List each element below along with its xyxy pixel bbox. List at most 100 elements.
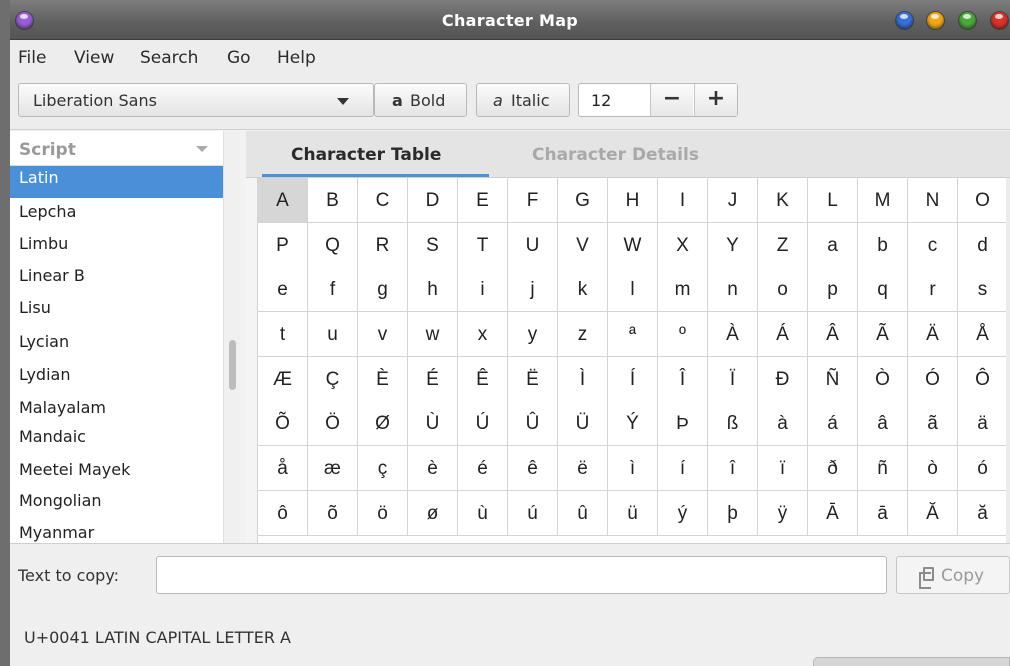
char-cell[interactable]: m — [658, 267, 708, 312]
char-cell[interactable]: Ã — [858, 312, 908, 357]
bold-button[interactable]: a Bold — [374, 83, 467, 117]
menu-go[interactable]: Go — [227, 48, 251, 68]
char-cell[interactable]: Ì — [558, 357, 608, 402]
char-cell[interactable]: ð — [808, 446, 858, 491]
char-cell[interactable]: A — [258, 178, 308, 223]
char-cell[interactable]: I — [658, 178, 708, 223]
char-cell[interactable]: z — [558, 312, 608, 357]
char-cell[interactable]: B — [308, 178, 358, 223]
char-cell[interactable]: k — [558, 267, 608, 312]
char-cell[interactable]: è — [408, 446, 458, 491]
char-cell[interactable]: K — [758, 178, 808, 223]
window-button-yellow-icon[interactable] — [927, 12, 944, 29]
char-cell[interactable]: â — [858, 401, 908, 446]
char-cell[interactable]: U — [508, 223, 558, 268]
char-cell[interactable]: Z — [758, 223, 808, 268]
script-item-limbu[interactable]: Limbu — [10, 234, 223, 266]
char-cell[interactable]: Õ — [258, 401, 308, 446]
increase-size-button[interactable]: + — [694, 84, 737, 116]
char-cell[interactable]: ā — [858, 491, 908, 536]
char-cell[interactable]: ã — [908, 401, 958, 446]
char-cell[interactable]: Á — [758, 312, 808, 357]
font-size-spinner[interactable]: 12 − + — [578, 83, 738, 117]
char-cell[interactable]: J — [708, 178, 758, 223]
char-cell[interactable]: D — [408, 178, 458, 223]
char-cell[interactable]: Í — [608, 357, 658, 402]
font-family-combo[interactable]: Liberation Sans — [18, 83, 374, 117]
italic-button[interactable]: a Italic — [476, 83, 570, 117]
char-cell[interactable]: ù — [458, 491, 508, 536]
char-cell[interactable]: Ù — [408, 401, 458, 446]
char-cell[interactable]: G — [558, 178, 608, 223]
char-cell[interactable]: Þ — [658, 401, 708, 446]
char-cell[interactable]: X — [658, 223, 708, 268]
char-cell[interactable]: Ï — [708, 357, 758, 402]
char-cell[interactable]: É — [408, 357, 458, 402]
char-cell[interactable]: Ä — [908, 312, 958, 357]
script-item-lisu[interactable]: Lisu — [10, 298, 223, 330]
char-cell[interactable]: v — [358, 312, 408, 357]
char-cell[interactable]: á — [808, 401, 858, 446]
script-selector[interactable]: Script — [10, 131, 223, 166]
tab-character-details[interactable]: Character Details — [532, 145, 699, 165]
char-cell[interactable]: b — [858, 223, 908, 268]
char-cell[interactable]: Ă — [908, 491, 958, 536]
char-cell[interactable]: Ð — [758, 357, 808, 402]
char-cell[interactable]: f — [308, 267, 358, 312]
script-item-malayalam[interactable]: Malayalam — [10, 398, 223, 430]
char-cell[interactable]: Ò — [858, 357, 908, 402]
window-button-green-icon[interactable] — [959, 12, 976, 29]
char-cell[interactable]: ú — [508, 491, 558, 536]
char-cell[interactable]: õ — [308, 491, 358, 536]
char-cell[interactable]: Ý — [608, 401, 658, 446]
char-cell[interactable]: Å — [958, 312, 1006, 357]
script-item-meetei-mayek[interactable]: Meetei Mayek — [10, 460, 223, 492]
script-item-myanmar[interactable]: Myanmar — [10, 523, 223, 543]
char-cell[interactable]: ü — [608, 491, 658, 536]
script-item-lydian[interactable]: Lydian — [10, 365, 223, 397]
char-cell[interactable]: M — [858, 178, 908, 223]
char-cell[interactable]: Ā — [808, 491, 858, 536]
decrease-size-button[interactable]: − — [650, 84, 693, 116]
char-cell[interactable]: À — [708, 312, 758, 357]
char-cell[interactable]: s — [958, 267, 1006, 312]
char-cell[interactable]: ÿ — [758, 491, 808, 536]
char-cell[interactable]: ñ — [858, 446, 908, 491]
script-item-lycian[interactable]: Lycian — [10, 332, 223, 364]
char-cell[interactable]: ï — [758, 446, 808, 491]
char-cell[interactable]: Ü — [558, 401, 608, 446]
char-cell[interactable]: y — [508, 312, 558, 357]
char-cell[interactable]: æ — [308, 446, 358, 491]
char-cell[interactable]: ä — [958, 401, 1006, 446]
char-cell[interactable]: l — [608, 267, 658, 312]
char-cell[interactable]: ë — [558, 446, 608, 491]
char-cell[interactable]: u — [308, 312, 358, 357]
char-cell[interactable]: å — [258, 446, 308, 491]
char-cell[interactable]: a — [808, 223, 858, 268]
resize-grip[interactable] — [813, 657, 1010, 666]
char-cell[interactable]: L — [808, 178, 858, 223]
char-cell[interactable]: S — [408, 223, 458, 268]
script-item-lepcha[interactable]: Lepcha — [10, 202, 223, 234]
char-cell[interactable]: ý — [658, 491, 708, 536]
char-cell[interactable]: V — [558, 223, 608, 268]
menu-help[interactable]: Help — [277, 48, 316, 68]
char-cell[interactable]: W — [608, 223, 658, 268]
char-cell[interactable]: û — [558, 491, 608, 536]
tab-character-table[interactable]: Character Table — [291, 145, 441, 165]
char-cell[interactable]: È — [358, 357, 408, 402]
window-button-red-icon[interactable] — [991, 12, 1008, 29]
char-cell[interactable]: ö — [358, 491, 408, 536]
char-cell[interactable]: Â — [808, 312, 858, 357]
char-cell[interactable]: j — [508, 267, 558, 312]
char-cell[interactable]: Ø — [358, 401, 408, 446]
char-cell[interactable]: c — [908, 223, 958, 268]
char-cell[interactable]: ø — [408, 491, 458, 536]
menu-file[interactable]: File — [18, 48, 46, 68]
char-cell[interactable]: à — [758, 401, 808, 446]
menu-view[interactable]: View — [74, 48, 114, 68]
char-cell[interactable]: o — [758, 267, 808, 312]
char-cell[interactable]: P — [258, 223, 308, 268]
script-item-linear-b[interactable]: Linear B — [10, 266, 223, 298]
char-cell[interactable]: Î — [658, 357, 708, 402]
